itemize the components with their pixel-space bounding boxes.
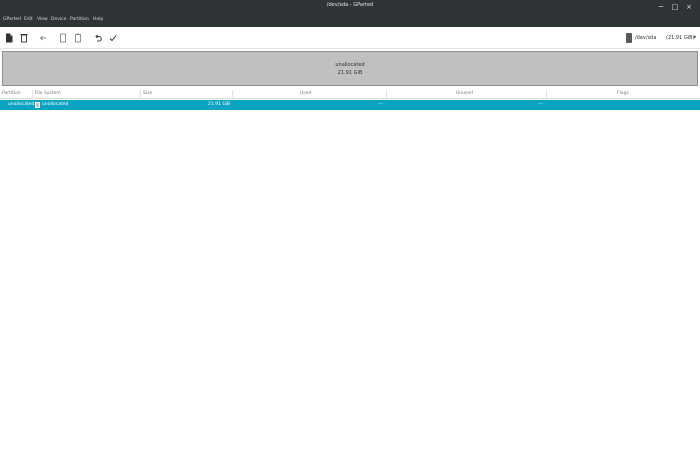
column-flags[interactable]: Flags: [617, 91, 629, 96]
device-chevron-icon[interactable]: ▸: [694, 34, 697, 40]
menu-partition[interactable]: Partition: [70, 17, 89, 22]
device-selector[interactable]: /dev/sda: [626, 33, 666, 43]
toolbar: /dev/sda (21.91 GiB) ▸: [0, 27, 700, 49]
cell-size: 21.91 GiB: [208, 102, 231, 107]
undo-icon[interactable]: [92, 32, 104, 44]
hard-disk-icon: [626, 33, 632, 43]
apply-icon[interactable]: [107, 32, 119, 44]
column-separator: [386, 90, 387, 98]
close-button[interactable]: ×: [684, 2, 694, 12]
cell-used: ---: [378, 102, 383, 107]
delete-icon[interactable]: [18, 32, 30, 44]
partition-list-empty-area[interactable]: [0, 110, 700, 450]
menu-edit[interactable]: Edit: [24, 17, 33, 22]
table-row[interactable]: unallocated unallocated 21.91 GiB --- --…: [0, 100, 700, 110]
window-title: /dev/sda - GParted: [326, 2, 374, 8]
resize-move-icon[interactable]: [37, 32, 49, 44]
new-icon[interactable]: [3, 32, 15, 44]
disk-map-label: unallocated: [335, 62, 365, 68]
menu-device[interactable]: Device: [51, 17, 66, 22]
device-size: (21.91 GiB): [666, 35, 695, 41]
partition-table-header: Partition File System Size Used Unused F…: [0, 89, 700, 99]
filesystem-color-swatch: [35, 102, 40, 108]
menu-view[interactable]: View: [37, 17, 48, 22]
column-separator: [32, 90, 33, 98]
column-used[interactable]: Used: [300, 91, 311, 96]
menu-gparted[interactable]: GParted: [3, 17, 21, 22]
column-filesystem[interactable]: File System: [35, 91, 61, 96]
device-name: /dev/sda: [635, 35, 657, 41]
column-partition[interactable]: Partition: [2, 91, 21, 96]
copy-icon[interactable]: [57, 32, 69, 44]
column-separator: [140, 90, 141, 98]
cell-partition: unallocated: [8, 102, 35, 107]
column-size[interactable]: Size: [143, 91, 152, 96]
maximize-button[interactable]: □: [670, 2, 680, 12]
menu-bar: GParted Edit View Device Partition Help: [0, 14, 700, 27]
column-unused[interactable]: Unused: [456, 91, 473, 96]
paste-icon[interactable]: [72, 32, 84, 44]
disk-map-size: 21.91 GiB: [337, 70, 363, 76]
disk-map[interactable]: unallocated 21.91 GiB: [2, 51, 698, 86]
menu-help[interactable]: Help: [93, 17, 103, 22]
minimize-button[interactable]: ─: [656, 2, 666, 12]
column-separator: [232, 90, 233, 98]
cell-unused: ---: [538, 102, 543, 107]
title-bar: /dev/sda - GParted ─ □ ×: [0, 0, 700, 14]
column-separator: [546, 90, 547, 98]
cell-filesystem: unallocated: [42, 102, 69, 107]
